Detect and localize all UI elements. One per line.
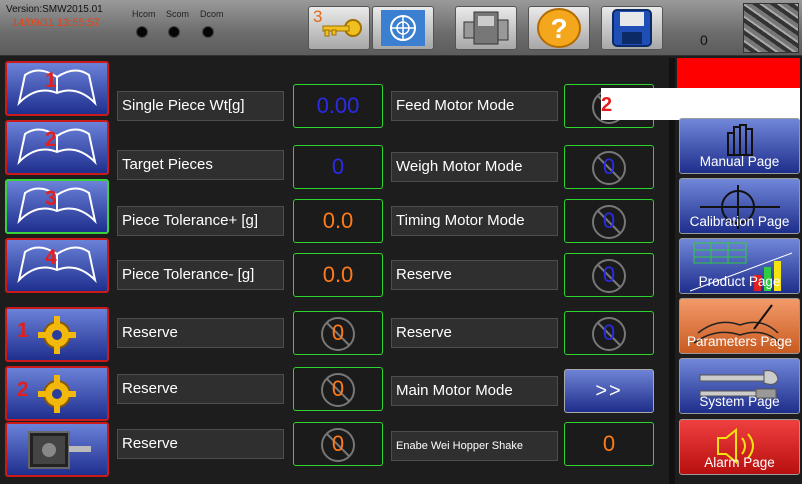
param-label-timing-motor-mode: Timing Motor Mode	[391, 206, 558, 236]
target-pieces-value: 0	[331, 154, 345, 179]
timing-motor-mode-selector[interactable]: 0	[564, 199, 654, 243]
scom-label: Scom	[166, 9, 190, 19]
book-button-number: 3	[45, 187, 57, 210]
hmi-screen: Version:SMW2015.01 14/09/11 13:55:57 Hco…	[0, 0, 802, 484]
reserve-3-value: 0	[331, 431, 345, 456]
page-calibration-label: Calibration Page	[689, 214, 790, 229]
motor-button[interactable]	[5, 422, 109, 477]
login-key-button[interactable]: 3	[308, 6, 370, 50]
gear-button-number: 1	[17, 319, 29, 342]
popup-overlay	[601, 88, 800, 120]
param-label-main-motor-mode: Main Motor Mode	[391, 376, 558, 406]
param-label-reserve-3: Reserve	[117, 429, 284, 459]
help-button[interactable]: ?	[528, 6, 590, 50]
reserve-1-input: 0	[293, 311, 383, 355]
book-button-4[interactable]: 4	[5, 238, 109, 293]
weigh-motor-mode-value: 0	[602, 154, 616, 179]
book-button-3[interactable]: 3	[5, 179, 109, 234]
book-button-number: 4	[45, 246, 57, 269]
book-icon	[17, 246, 97, 284]
piece-tolerance-plus-value: 0.0	[322, 208, 354, 233]
param-label-reserve-1: Reserve	[117, 318, 284, 348]
machine-button[interactable]	[455, 6, 517, 50]
piece-tolerance-minus-input[interactable]: 0.0	[293, 253, 383, 297]
target-pieces-input[interactable]: 0	[293, 145, 383, 189]
book-button-1[interactable]: 1	[5, 61, 109, 116]
piece-tolerance-plus-input[interactable]: 0.0	[293, 199, 383, 243]
book-icon	[17, 128, 97, 166]
page-product[interactable]: Product Page	[679, 238, 800, 294]
book-icon	[17, 187, 97, 225]
reserve-4-value: 0	[602, 262, 616, 287]
datetime-label: 14/09/11 13:55:57	[12, 17, 100, 29]
top-bar: Version:SMW2015.01 14/09/11 13:55:57 Hco…	[0, 0, 802, 56]
product-photo	[743, 3, 799, 53]
single-piece-wt-value: 0.00	[316, 93, 360, 118]
machine-icon	[463, 11, 509, 45]
manual-hand-icon	[727, 124, 753, 156]
save-disk-icon	[612, 9, 652, 47]
page-manual-label: Manual Page	[699, 154, 780, 169]
version-label: Version:SMW2015.01	[6, 4, 103, 15]
page-manual[interactable]: Manual Page	[679, 118, 800, 174]
help-icon: ?	[537, 8, 581, 48]
page-parameters[interactable]: Parameters Page	[679, 298, 800, 354]
param-label-target-pieces: Target Pieces	[117, 150, 284, 180]
reserve-2-value: 0	[331, 376, 345, 401]
reserve-1-value: 0	[331, 320, 345, 345]
timing-motor-mode-value: 0	[602, 208, 616, 233]
piece-tolerance-minus-value: 0.0	[322, 262, 354, 287]
language-button[interactable]	[372, 6, 434, 50]
weigh-motor-mode-selector[interactable]: 0	[564, 145, 654, 189]
reserve-5-value: 0	[602, 320, 616, 345]
dcom-label: Dcom	[200, 9, 224, 19]
param-label-piece-tolerance-minus: Piece Tolerance- [g]	[117, 260, 284, 290]
book-icon	[17, 69, 97, 107]
divider-strip	[669, 58, 675, 484]
page-calibration[interactable]: Calibration Page	[679, 178, 800, 234]
book-button-2[interactable]: 2	[5, 120, 109, 175]
param-label-piece-tolerance-plus: Piece Tolerance+ [g]	[117, 206, 284, 236]
param-label-feed-motor-mode: Feed Motor Mode	[391, 91, 558, 121]
enable-wei-hopper-shake-value: 0	[602, 431, 616, 456]
param-label-reserve-2: Reserve	[117, 374, 284, 404]
page-system[interactable]: System Page	[679, 358, 800, 414]
gear-button-1[interactable]: 1	[5, 307, 109, 362]
book-button-number: 1	[45, 69, 57, 92]
page-parameters-label: Parameters Page	[686, 334, 793, 349]
key-button-number: 3	[313, 7, 323, 26]
counter-value: 0	[700, 32, 708, 48]
param-label-reserve-5: Reserve	[391, 318, 558, 348]
save-button[interactable]	[601, 6, 663, 50]
hcom-indicator	[136, 26, 148, 38]
hcom-label: Hcom	[132, 9, 156, 19]
book-button-number: 2	[45, 128, 57, 151]
param-label-weigh-motor-mode: Weigh Motor Mode	[391, 152, 558, 182]
single-piece-wt-input[interactable]: 0.00	[293, 84, 383, 128]
page-system-label: System Page	[699, 394, 780, 409]
page-product-label: Product Page	[698, 274, 781, 289]
popup-overlay-number: 2	[601, 94, 613, 116]
param-label-reserve-4: Reserve	[391, 260, 558, 290]
enable-wei-hopper-shake-input[interactable]: 0	[564, 422, 654, 466]
page-alarm[interactable]: Alarm Page	[679, 419, 800, 475]
reserve-5-selector: 0	[564, 311, 654, 355]
reserve-4-selector: 0	[564, 253, 654, 297]
alarm-indicator	[677, 58, 800, 88]
un-globe-icon	[381, 10, 425, 46]
gear-button-2[interactable]: 2	[5, 366, 109, 421]
main-motor-mode-button[interactable]: >>	[564, 369, 654, 413]
param-label-enable-wei-hopper-shake: Enabe Wei Hopper Shake	[391, 431, 558, 461]
reserve-2-input: 0	[293, 367, 383, 411]
param-label-single-piece-wt: Single Piece Wt[g]	[117, 91, 284, 121]
reserve-3-input: 0	[293, 422, 383, 466]
scom-indicator	[168, 26, 180, 38]
dcom-indicator	[202, 26, 214, 38]
svg-text:?: ?	[550, 13, 567, 44]
motor-icon	[28, 431, 91, 469]
gear-button-number: 2	[17, 378, 29, 401]
page-alarm-label: Alarm Page	[704, 455, 775, 470]
